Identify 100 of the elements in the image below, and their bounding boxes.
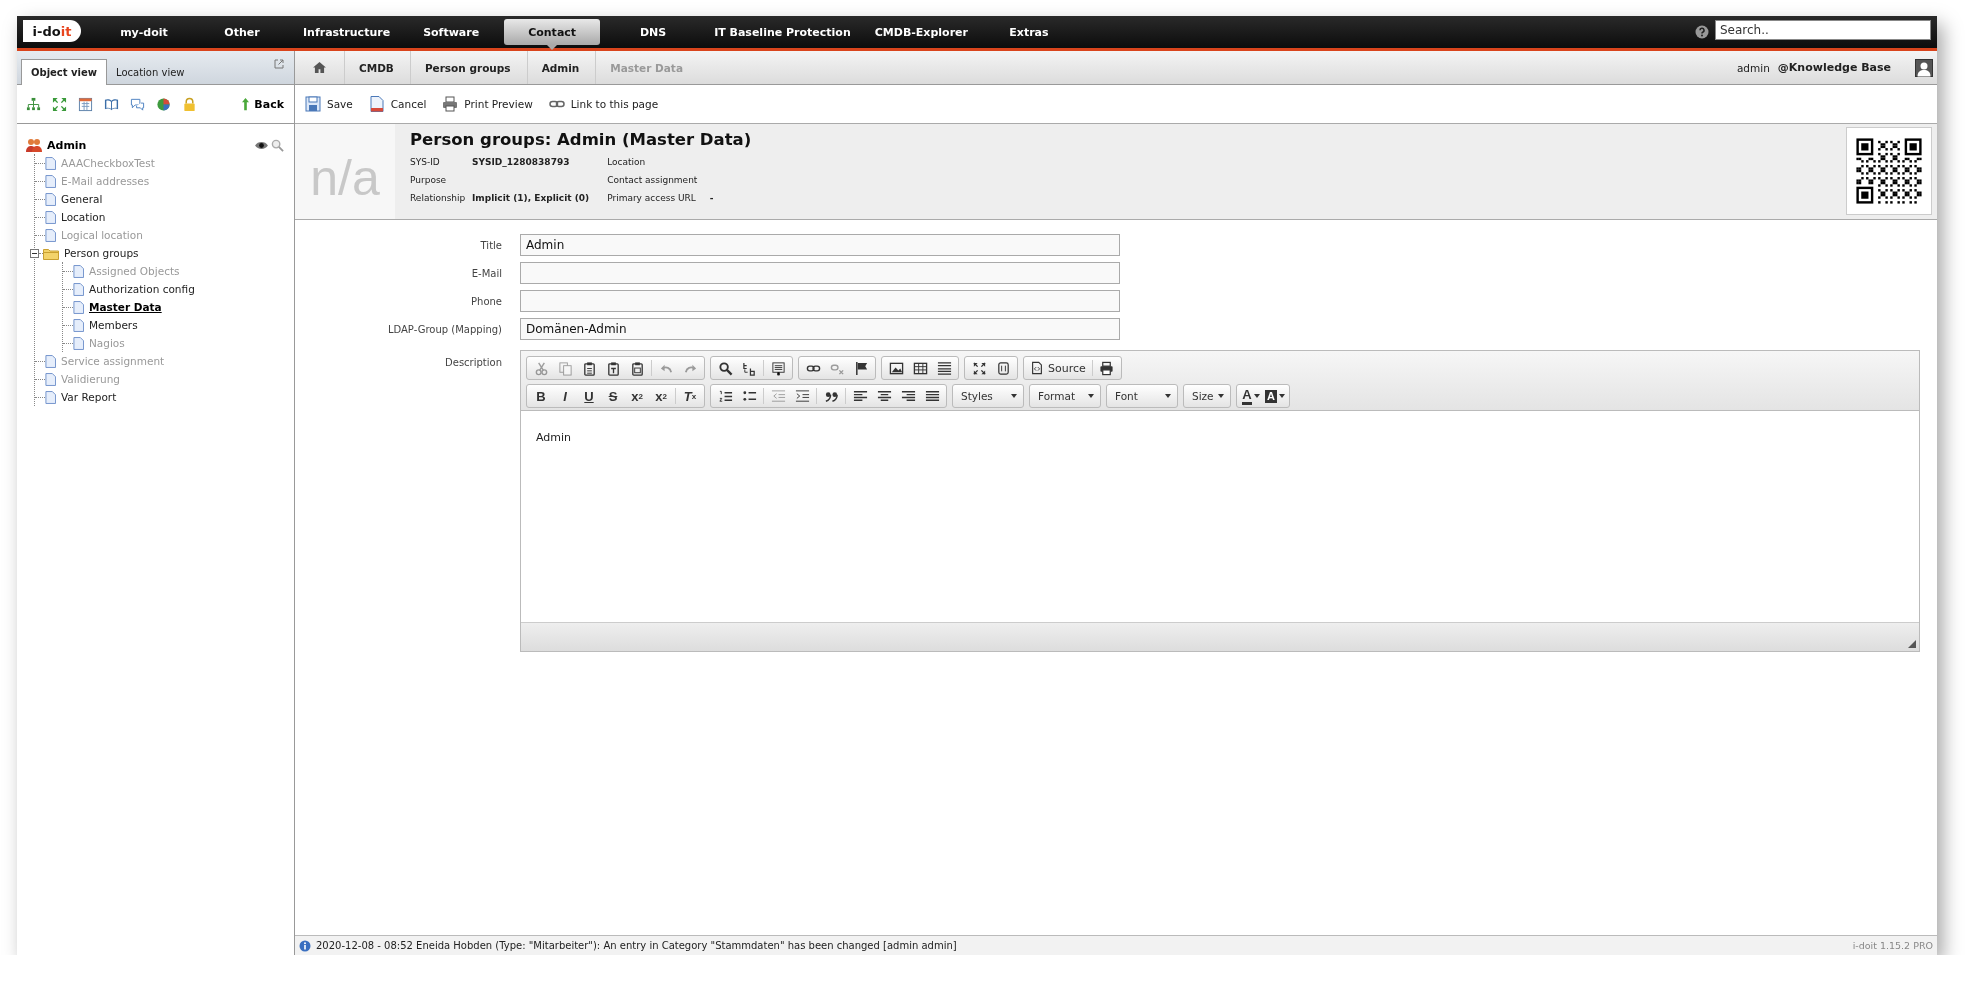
nav-tab[interactable]: DNS [604, 19, 703, 45]
format-button[interactable]: B [529, 386, 553, 406]
text-field[interactable] [520, 262, 1120, 284]
bullet-list-icon [741, 388, 757, 404]
search-icon [717, 360, 733, 376]
document-icon [45, 354, 56, 368]
align-left-icon [852, 388, 868, 404]
nav-tab[interactable]: CMDB-Explorer [862, 19, 980, 45]
tree-item[interactable]: Master Data [89, 301, 162, 313]
caret-icon [1253, 394, 1260, 398]
toolbar-button[interactable]: Print Preview [442, 96, 533, 112]
help-icon[interactable] [1695, 25, 1709, 39]
tree-item[interactable]: Authorization config [89, 283, 195, 295]
format-button[interactable]: I [553, 386, 577, 406]
eye-icon[interactable] [254, 139, 269, 151]
nav-tab[interactable]: Infrastructure [291, 19, 403, 45]
text-field[interactable]: Admin [520, 234, 1120, 256]
dropdown[interactable]: Format [1029, 384, 1101, 408]
format-button[interactable]: x$^{2}$ [649, 386, 673, 406]
expand-icon [971, 360, 987, 376]
view-tab[interactable]: Location view [107, 60, 194, 84]
align-center-icon [876, 388, 892, 404]
tree-item[interactable]: Var Report [61, 391, 117, 403]
object-title: Admin [47, 138, 87, 152]
document-icon [45, 156, 56, 170]
printer-icon [442, 96, 459, 112]
source-button[interactable]: Source [1026, 358, 1090, 378]
numbered-list-icon [717, 388, 733, 404]
info-label: Location [607, 156, 647, 168]
format-button[interactable]: S [601, 386, 625, 406]
external-link-icon[interactable] [274, 59, 284, 69]
info-label: Relationship [410, 192, 466, 204]
dropdown[interactable]: Styles [952, 384, 1024, 408]
field-label: Title [479, 239, 502, 251]
replace-icon [741, 360, 757, 376]
document-icon [368, 96, 385, 112]
clipboard-icon [629, 360, 645, 376]
resize-handle-icon[interactable] [1908, 640, 1916, 648]
tree-item[interactable]: Location [61, 211, 106, 223]
book-icon[interactable] [104, 96, 119, 112]
expand-arrows-icon[interactable] [52, 96, 67, 112]
version-text: i-doit 1.15.2 PRO [1852, 940, 1933, 951]
document-icon [45, 390, 56, 404]
calendar-icon[interactable] [78, 96, 93, 112]
clipboard-icon [581, 360, 597, 376]
dropdown[interactable]: Size [1183, 384, 1231, 408]
logo-text: i-do [32, 23, 61, 39]
format-button[interactable]: U [577, 386, 601, 406]
tree-item[interactable]: Person groups [64, 247, 139, 259]
toolbar-button[interactable]: Cancel [368, 96, 427, 112]
nav-tab[interactable]: IT Baseline Protection [702, 19, 863, 45]
text-field[interactable] [520, 290, 1120, 312]
tenant-name[interactable]: @Knowledge Base [1777, 61, 1891, 74]
toolbar-button[interactable]: Save [305, 96, 353, 112]
info-value: SYSID_1280838793 [472, 156, 570, 168]
back-button[interactable]: Back [241, 97, 284, 111]
view-tab[interactable]: Object view [21, 59, 108, 85]
select-all-icon [770, 360, 786, 376]
nav-tab[interactable]: Extras [979, 19, 1078, 45]
nav-tab[interactable]: Other [193, 19, 291, 45]
clipboard-icon [605, 360, 621, 376]
text-field[interactable]: Domänen-Admin [520, 318, 1120, 340]
nav-tab[interactable]: my-doit [95, 19, 193, 45]
tree-item[interactable]: General [61, 193, 103, 205]
field-label: Description [444, 356, 502, 368]
tree-item[interactable]: Members [89, 319, 138, 331]
pie-chart-icon[interactable] [156, 96, 171, 112]
save-icon [305, 96, 321, 112]
document-icon [45, 210, 56, 224]
nav-tab[interactable]: Software [402, 19, 501, 45]
document-icon [73, 336, 84, 350]
collapse-toggle[interactable] [30, 248, 39, 258]
dropdown[interactable]: Font [1106, 384, 1178, 408]
text-color-button[interactable]: A [1239, 386, 1263, 406]
logo[interactable]: i-doit [23, 20, 81, 42]
user-name: admin [1736, 61, 1770, 74]
user-avatar-icon[interactable] [1915, 58, 1933, 77]
caret-icon [1088, 394, 1094, 398]
toolbar-button[interactable]: Link to this page [548, 96, 659, 112]
caret-icon [1218, 394, 1224, 398]
document-icon [73, 264, 84, 278]
field-label: E-Mail [470, 267, 502, 279]
qr-code-icon[interactable] [1854, 136, 1924, 206]
document-icon [73, 300, 84, 314]
lines-icon [936, 360, 952, 376]
page-title: Person groups: Admin (Master Data) [410, 130, 753, 149]
caret-icon [1278, 394, 1285, 398]
background-color-button[interactable]: A [1263, 386, 1287, 406]
speech-bubbles-icon[interactable] [130, 96, 145, 112]
caret-icon [1011, 394, 1017, 398]
up-arrow-icon [241, 97, 251, 111]
indent-icon [794, 388, 810, 404]
info-label: SYS-ID [410, 156, 441, 168]
info-icon [299, 939, 311, 952]
hierarchy-icon[interactable] [26, 96, 41, 112]
people-icon [26, 137, 42, 153]
home-icon[interactable] [313, 62, 326, 73]
nav-tab[interactable]: Contact [504, 19, 601, 45]
search-field[interactable]: Search.. [1715, 20, 1931, 40]
table-icon [912, 360, 928, 376]
